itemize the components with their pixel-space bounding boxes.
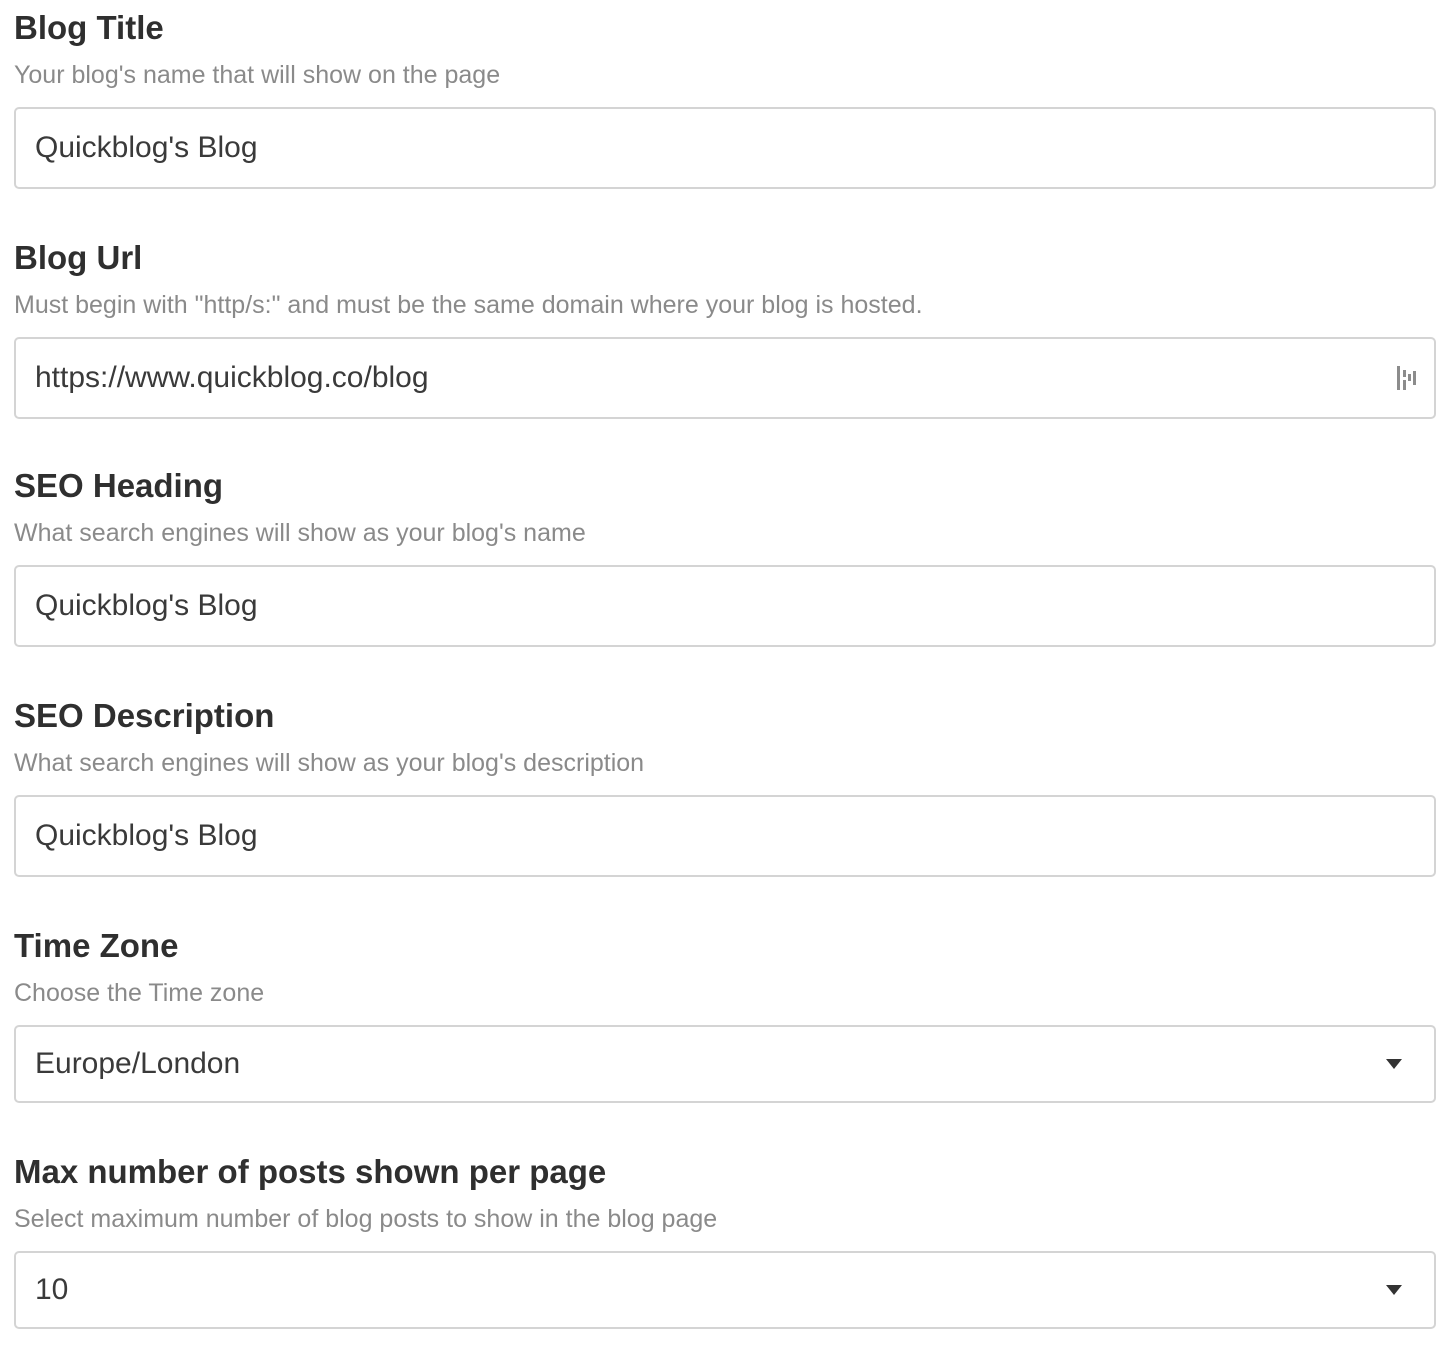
time-zone-select[interactable]: Europe/London [14,1025,1436,1103]
seo-heading-help: What search engines will show as your bl… [14,519,586,547]
password-manager-icon[interactable] [1396,365,1418,391]
seo-description-label: SEO Description [14,697,275,734]
seo-heading-input[interactable]: Quickblog's Blog [14,565,1436,647]
time-zone-help: Choose the Time zone [14,979,265,1007]
chevron-down-icon [1386,1059,1402,1069]
blog-title-label: Blog Title [14,9,164,46]
blog-url-input[interactable]: https://www.quickblog.co/blog [14,337,1436,419]
blog-url-field: Blog Url Must begin with "http/s:" and m… [14,238,1436,419]
time-zone-field: Time Zone Choose the Time zone Europe/Lo… [14,926,1436,1103]
max-posts-field: Max number of posts shown per page Selec… [14,1152,1436,1329]
max-posts-help: Select maximum number of blog posts to s… [14,1205,718,1233]
seo-heading-field: SEO Heading What search engines will sho… [14,466,1436,647]
seo-heading-value: Quickblog's Blog [35,589,258,622]
blog-url-value: https://www.quickblog.co/blog [35,361,429,394]
seo-description-field: SEO Description What search engines will… [14,696,1436,877]
seo-description-input[interactable]: Quickblog's Blog [14,795,1436,877]
seo-description-help: What search engines will show as your bl… [14,749,645,777]
chevron-down-icon [1386,1285,1402,1295]
seo-heading-label: SEO Heading [14,467,224,504]
blog-url-label: Blog Url [14,239,143,276]
max-posts-value: 10 [35,1273,69,1306]
blog-title-value: Quickblog's Blog [35,131,258,164]
time-zone-value: Europe/London [35,1047,241,1080]
blog-url-help: Must begin with "http/s:" and must be th… [14,291,923,319]
blog-title-help: Your blog's name that will show on the p… [14,61,501,89]
max-posts-select[interactable]: 10 [14,1251,1436,1329]
blog-title-input[interactable]: Quickblog's Blog [14,107,1436,189]
max-posts-label: Max number of posts shown per page [14,1153,607,1190]
blog-title-field: Blog Title Your blog's name that will sh… [14,8,1436,189]
time-zone-label: Time Zone [14,927,179,964]
seo-description-value: Quickblog's Blog [35,819,258,852]
